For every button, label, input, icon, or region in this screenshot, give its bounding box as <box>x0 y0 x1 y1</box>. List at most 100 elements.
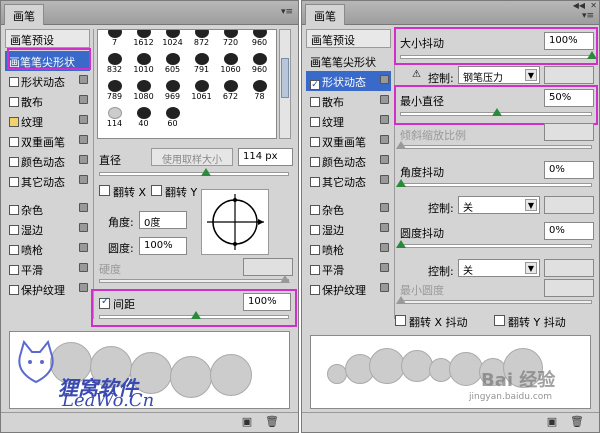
sidebar-item-texture[interactable]: 纹理 <box>5 111 90 131</box>
brush-preset-cell[interactable]: 1010 <box>129 51 158 79</box>
lock-icon[interactable] <box>79 95 88 104</box>
lock-icon[interactable] <box>380 115 389 124</box>
brush-presets-button[interactable]: 画笔预设 <box>306 29 391 48</box>
brush-preset-cell[interactable]: 114 <box>100 105 129 133</box>
lock-icon[interactable] <box>79 75 88 84</box>
brush-preset-cell[interactable]: 1060 <box>216 51 245 79</box>
sidebar-item-protect-texture[interactable]: 保护纹理 <box>306 279 391 299</box>
lock-icon[interactable] <box>79 243 88 252</box>
control-select-pen[interactable]: 钢笔压力 ▼ <box>458 66 540 84</box>
checkbox[interactable] <box>310 205 320 215</box>
trash-icon[interactable]: 🗑 <box>265 416 279 428</box>
checkbox[interactable] <box>310 177 320 187</box>
sidebar-item-smoothing[interactable]: 平滑 <box>5 259 90 279</box>
lock-icon[interactable] <box>79 175 88 184</box>
checkbox[interactable] <box>9 97 19 107</box>
brush-tip-grid[interactable]: 7 1612 1024 872 720 960 832 1010 605 791 1060 960 78… <box>97 29 277 139</box>
brush-preset-cell[interactable]: 1024 <box>158 30 187 52</box>
checkbox[interactable] <box>310 265 320 275</box>
sidebar-item-airbrush[interactable]: 喷枪 <box>306 239 391 259</box>
checkbox[interactable] <box>9 265 19 275</box>
brush-presets-button[interactable]: 画笔预设 <box>5 29 90 48</box>
brush-preset-cell[interactable]: 872 <box>187 30 216 52</box>
checkbox[interactable] <box>9 285 19 295</box>
brush-preset-cell[interactable]: 832 <box>100 51 129 79</box>
close-icon[interactable]: ✕ <box>590 1 597 10</box>
lock-icon[interactable] <box>380 203 389 212</box>
slider-knob[interactable] <box>396 179 406 187</box>
diameter-field[interactable]: 114 px <box>238 148 293 166</box>
brush-preset-cell[interactable]: 7 <box>100 30 129 52</box>
lock-icon[interactable] <box>79 115 88 124</box>
trash-icon[interactable]: 🗑 <box>570 416 584 428</box>
checkbox[interactable] <box>9 77 19 87</box>
sidebar-item-dual-brush[interactable]: 双重画笔 <box>5 131 90 151</box>
lock-icon[interactable] <box>380 95 389 104</box>
sidebar-item-airbrush[interactable]: 喷枪 <box>5 239 90 259</box>
sidebar-item-dual-brush[interactable]: 双重画笔 <box>306 131 391 151</box>
sidebar-item-smoothing[interactable]: 平滑 <box>306 259 391 279</box>
sidebar-item-scattering[interactable]: 散布 <box>306 91 391 111</box>
panel-menu-icon[interactable]: ▾≡ <box>581 11 595 23</box>
brush-preset-cell[interactable]: 78 <box>245 78 274 106</box>
lock-icon[interactable] <box>79 155 88 164</box>
checkbox[interactable] <box>9 245 19 255</box>
angle-jitter-slider[interactable] <box>396 179 592 187</box>
use-sample-size-button[interactable]: 使用取样大小 <box>151 148 233 166</box>
flip-x-jitter-checkbox[interactable] <box>395 315 406 326</box>
sidebar-item-color-dynamics[interactable]: 颜色动态 <box>5 151 90 171</box>
sidebar-item-other-dynamics[interactable]: 其它动态 <box>5 171 90 191</box>
brush-preset-cell[interactable]: 1061 <box>187 78 216 106</box>
control-select-roundness[interactable]: 关 ▼ <box>458 259 540 277</box>
checkbox[interactable] <box>310 225 320 235</box>
sidebar-item-shape-dynamics[interactable]: 形状动态 <box>5 71 90 91</box>
brush-preset-cell[interactable]: 672 <box>216 78 245 106</box>
brush-preset-cell[interactable]: 60 <box>158 105 187 133</box>
slider-knob[interactable] <box>201 168 211 176</box>
new-brush-icon[interactable]: ▣ <box>241 416 253 428</box>
sidebar-item-brush-tip-shape[interactable]: 画笔笔尖形状 <box>306 51 391 71</box>
lock-icon[interactable] <box>79 223 88 232</box>
brush-preset-cell[interactable]: 720 <box>216 30 245 52</box>
brush-preset-cell[interactable]: 605 <box>158 51 187 79</box>
sidebar-item-noise[interactable]: 杂色 <box>5 199 90 219</box>
lock-icon[interactable] <box>380 175 389 184</box>
collapse-icon[interactable]: ◀◀ <box>573 1 585 10</box>
checkbox[interactable] <box>310 97 320 107</box>
lock-icon[interactable] <box>79 135 88 144</box>
right-panel-tab[interactable]: 画笔 <box>305 4 345 25</box>
brush-grid-scrollbar[interactable] <box>279 29 291 139</box>
lock-icon[interactable] <box>380 135 389 144</box>
lock-icon[interactable] <box>380 75 389 84</box>
checkbox[interactable] <box>9 177 19 187</box>
brush-preset-cell[interactable]: 40 <box>129 105 158 133</box>
lock-icon[interactable] <box>380 263 389 272</box>
angle-roundness-preview[interactable] <box>201 189 269 255</box>
sidebar-item-noise[interactable]: 杂色 <box>306 199 391 219</box>
sidebar-item-wet-edges[interactable]: 湿边 <box>5 219 90 239</box>
brush-preset-cell[interactable]: 1080 <box>129 78 158 106</box>
checkbox[interactable] <box>9 225 19 235</box>
checkbox[interactable] <box>9 117 19 127</box>
checkbox[interactable] <box>310 157 320 167</box>
lock-icon[interactable] <box>380 155 389 164</box>
flip-x-checkbox[interactable] <box>99 185 110 196</box>
brush-preset-cell[interactable]: 791 <box>187 51 216 79</box>
control-select-angle[interactable]: 关 ▼ <box>458 196 540 214</box>
roundness-jitter-slider[interactable] <box>396 240 592 248</box>
checkbox[interactable] <box>310 80 320 90</box>
checkbox[interactable] <box>310 117 320 127</box>
sidebar-item-color-dynamics[interactable]: 颜色动态 <box>306 151 391 171</box>
brush-preset-cell[interactable]: 960 <box>245 30 274 52</box>
diameter-slider[interactable] <box>99 168 289 176</box>
lock-icon[interactable] <box>79 283 88 292</box>
checkbox[interactable] <box>310 285 320 295</box>
flip-y-checkbox[interactable] <box>151 185 162 196</box>
brush-preset-cell[interactable]: 960 <box>245 51 274 79</box>
checkbox[interactable] <box>310 137 320 147</box>
flip-y-jitter-checkbox[interactable] <box>494 315 505 326</box>
checkbox[interactable] <box>9 157 19 167</box>
checkbox[interactable] <box>310 245 320 255</box>
left-panel-tab[interactable]: 画笔 <box>4 4 44 25</box>
brush-preset-cell[interactable]: 789 <box>100 78 129 106</box>
